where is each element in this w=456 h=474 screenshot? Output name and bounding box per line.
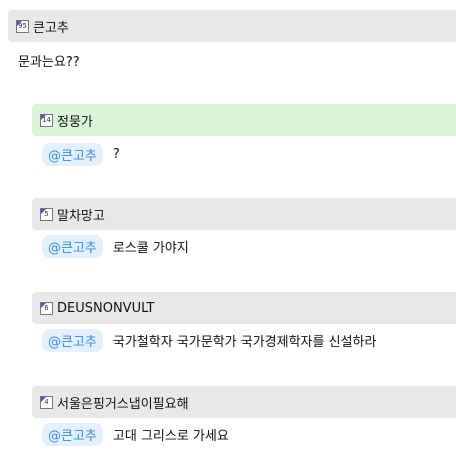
author-name[interactable]: 말차망고 xyxy=(57,205,105,224)
author-name[interactable]: 큰고추 xyxy=(33,17,69,36)
author-name[interactable]: 정뭉가 xyxy=(57,111,93,130)
reply-text: 국가철학자 국가문학가 국가경제학자를 신설하라 xyxy=(112,335,377,350)
reply-body: @큰고추 고대 그리스로 가세요 xyxy=(42,423,229,446)
level-badge-icon: 5 xyxy=(40,207,53,221)
author-name[interactable]: 서울은핑거스냅이필요해 xyxy=(57,393,189,412)
post-header: 95 큰고추 xyxy=(8,10,456,42)
reply-body: @큰고추 국가철학자 국가문학가 국가경제학자를 신설하라 xyxy=(42,329,376,352)
mention-link[interactable]: @큰고추 xyxy=(42,235,103,258)
reply-text: 로스쿨 가야지 xyxy=(112,241,189,256)
reply-header: 14 정뭉가 xyxy=(32,104,456,136)
mention-link[interactable]: @큰고추 xyxy=(42,143,103,166)
reply-body: @큰고추 ? xyxy=(42,143,120,166)
author-name[interactable]: DEUSNONVULT xyxy=(57,301,154,316)
reply-text: 고대 그리스로 가세요 xyxy=(112,429,229,444)
level-badge-icon: 95 xyxy=(16,19,29,33)
level-badge-icon: 4 xyxy=(40,395,53,409)
reply-header: 6 DEUSNONVULT xyxy=(32,292,456,324)
reply-header: 5 말차망고 xyxy=(32,198,456,230)
reply-body: @큰고추 로스쿨 가야지 xyxy=(42,235,189,258)
mention-link[interactable]: @큰고추 xyxy=(42,329,103,352)
mention-link[interactable]: @큰고추 xyxy=(42,423,103,446)
level-badge-icon: 14 xyxy=(40,113,53,127)
post-content: 문과는요?? xyxy=(18,55,80,70)
level-badge-icon: 6 xyxy=(40,301,53,315)
reply-header: 4 서울은핑거스냅이필요해 xyxy=(32,386,456,418)
reply-text: ? xyxy=(112,147,120,162)
